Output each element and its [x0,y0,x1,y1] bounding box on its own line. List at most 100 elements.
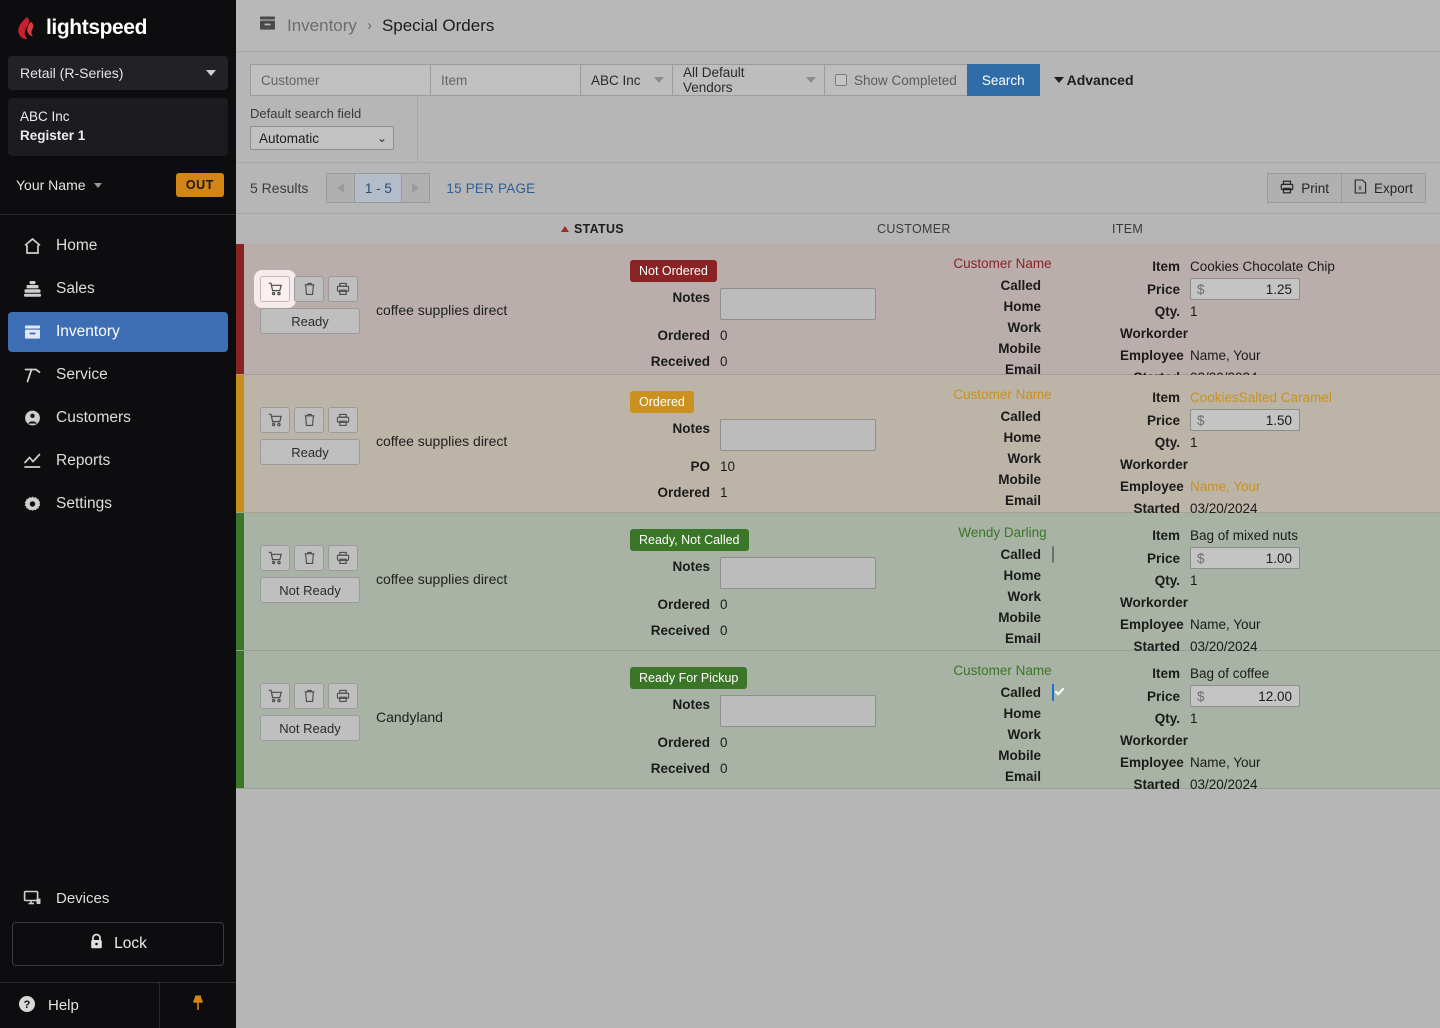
workorder-label: Workorder [1120,733,1189,748]
sidebar-item-inventory[interactable]: Inventory [8,312,228,352]
status-badge[interactable]: Ready For Pickup [630,667,748,689]
status-badge[interactable]: Ordered [630,391,694,413]
item-link[interactable]: Bag of coffee [1190,666,1269,681]
column-header-status[interactable]: STATUS [561,222,624,236]
employee-link[interactable]: Name, Your [1190,617,1261,632]
print-order-button[interactable] [328,683,358,709]
print-order-button[interactable] [328,276,358,302]
called-label: Called [1000,278,1041,293]
price-input[interactable]: $1.25 [1190,278,1300,300]
help-button[interactable]: ? Help [0,983,160,1028]
delete-order-button[interactable] [294,407,324,433]
notes-input[interactable] [720,288,876,320]
table-row[interactable]: Ready coffee supplies direct Not Ordered No… [236,244,1440,385]
item-link[interactable]: CookiesSalted Caramel [1190,390,1332,405]
row-action-buttons [260,276,360,302]
customer-name-link[interactable]: Customer Name [885,256,1120,271]
sidebar-item-home[interactable]: Home [8,226,228,266]
notes-input[interactable] [720,695,876,727]
employee-label: Employee [1120,617,1184,632]
table-row[interactable]: Not Ready Candyland Ready For Pickup Notes O… [236,651,1440,792]
customer-name-link[interactable]: Customer Name [885,387,1120,402]
delete-order-button[interactable] [294,276,324,302]
sidebar-item-service[interactable]: Service [8,355,228,395]
add-to-cart-button[interactable] [260,407,290,433]
account-series-select[interactable]: Retail (R-Series) [8,56,228,90]
show-completed-toggle[interactable]: Show Completed [824,64,967,96]
sidebar-item-label: Home [56,237,98,254]
svg-text:x: x [1358,185,1362,192]
add-to-cart-button[interactable] [260,683,290,709]
work-label: Work [1007,451,1041,466]
called-checkbox[interactable] [1052,546,1054,563]
notes-input[interactable] [720,557,876,589]
customer-search-input[interactable] [250,64,430,96]
print-order-button[interactable] [328,407,358,433]
pin-sidebar-button[interactable] [160,983,236,1028]
add-to-cart-button[interactable] [260,545,290,571]
called-checkbox[interactable] [1052,684,1054,701]
mobile-label: Mobile [998,472,1041,487]
price-input[interactable]: $12.00 [1190,685,1300,707]
customer-name-link[interactable]: Wendy Darling [885,525,1120,540]
employee-link[interactable]: Name, Your [1190,479,1261,494]
search-button[interactable]: Search [966,64,1040,96]
per-page-button[interactable]: 15 PER PAGE [446,181,535,196]
breadcrumb-parent[interactable]: Inventory [287,16,357,36]
item-search-input[interactable] [430,64,580,96]
print-button[interactable]: Print [1267,173,1342,203]
sidebar-item-settings[interactable]: Settings [8,484,228,524]
item-link[interactable]: Cookies Chocolate Chip [1190,259,1335,274]
delete-order-button[interactable] [294,683,324,709]
user-menu[interactable]: Your Name [16,177,102,193]
sidebar-item-customers[interactable]: Customers [8,398,228,438]
show-completed-checkbox[interactable] [835,74,847,86]
default-search-field-select[interactable]: Automatic ⌄ [250,126,394,150]
clock-out-badge[interactable]: OUT [175,173,224,197]
ready-toggle-button[interactable]: Not Ready [260,715,360,741]
sidebar-item-devices[interactable]: Devices [8,880,228,916]
po-value[interactable]: 10 [720,457,735,477]
print-order-button[interactable] [328,545,358,571]
table-row[interactable]: Ready coffee supplies direct Ordered Notes P… [236,375,1440,526]
sidebar: lightspeed Retail (R-Series) ABC Inc Reg… [0,0,236,1028]
price-value: 1.25 [1265,281,1292,297]
status-badge[interactable]: Not Ordered [630,260,717,282]
sidebar-item-label: Inventory [56,323,120,340]
price-input[interactable]: $1.00 [1190,547,1300,569]
sidebar-item-reports[interactable]: Reports [8,441,228,481]
register-info[interactable]: ABC Inc Register 1 [8,98,228,156]
column-header-item[interactable]: ITEM [1112,222,1143,236]
customer-name-link[interactable]: Customer Name [885,663,1120,678]
currency-symbol: $ [1197,281,1205,297]
employee-link[interactable]: Name, Your [1190,755,1261,770]
item-link[interactable]: Bag of mixed nuts [1190,528,1298,543]
prev-page-button[interactable] [326,173,355,203]
column-header-customer[interactable]: CUSTOMER [877,222,951,236]
sidebar-item-sales[interactable]: Sales [8,269,228,309]
lock-button[interactable]: Lock [12,922,224,966]
employee-link[interactable]: Name, Your [1190,348,1261,363]
export-button[interactable]: x Export [1341,173,1426,203]
row-actions: Not Ready [260,683,360,741]
page-range[interactable]: 1 - 5 [354,173,403,203]
advanced-toggle[interactable]: Advanced [1053,64,1134,96]
table-row[interactable]: Not Ready coffee supplies direct Ready, No… [236,513,1440,654]
next-page-button[interactable] [402,173,431,203]
workorder-label: Workorder [1120,326,1189,341]
ready-toggle-button[interactable]: Ready [260,439,360,465]
status-badge[interactable]: Ready, Not Called [630,529,749,551]
notes-input[interactable] [720,419,876,451]
row-customer-column: Wendy Darling Called Home Work Mobile Email [885,525,1120,649]
ready-toggle-button[interactable]: Not Ready [260,577,360,603]
breadcrumb: Inventory › Special Orders [236,0,1440,52]
price-input[interactable]: $1.50 [1190,409,1300,431]
ready-toggle-button[interactable]: Ready [260,308,360,334]
vendor-select-value: All Default Vendors [683,65,745,95]
delete-order-button[interactable] [294,545,324,571]
add-to-cart-button[interactable] [260,276,290,302]
row-vendor: coffee supplies direct [376,302,508,318]
row-customer-column: Customer Name Called Home Work Mobile Email [885,663,1120,787]
shop-select[interactable]: ABC Inc [580,64,672,96]
vendor-select[interactable]: All Default Vendors [672,64,824,96]
